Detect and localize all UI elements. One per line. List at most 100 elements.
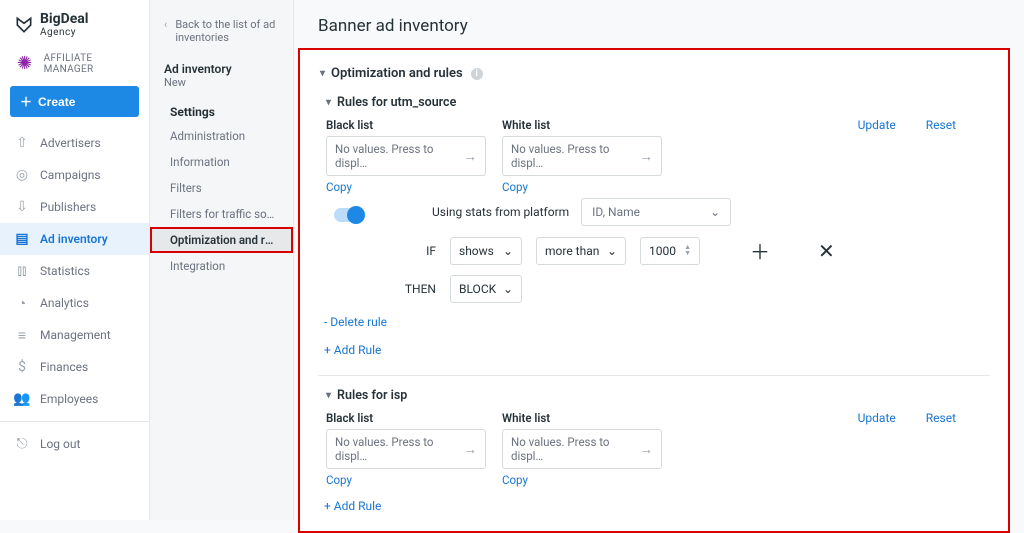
create-button[interactable]: ＋ Create <box>10 86 139 117</box>
black-list-copy-link[interactable]: Copy <box>326 473 486 487</box>
subnav-item-information[interactable]: Information <box>150 149 293 175</box>
nav-item-management[interactable]: ≡ Management <box>0 319 149 351</box>
people-icon: 👥 <box>14 391 30 407</box>
subnav-item-administration[interactable]: Administration <box>150 123 293 149</box>
nav-item-statistics[interactable]: ⫾⫾ Statistics <box>0 255 149 287</box>
affiliate-icon: ✺ <box>14 52 36 76</box>
number-stepper[interactable]: ▲▼ <box>684 245 691 256</box>
brand-name: BigDeal <box>40 12 89 27</box>
threshold-value: 1000 <box>649 244 676 258</box>
remove-condition-button[interactable]: ✕ <box>812 236 841 265</box>
rules-title: Rules for utm_source <box>337 95 456 110</box>
white-list-copy-link[interactable]: Copy <box>502 473 662 487</box>
caret-down-icon: ▾ <box>326 97 331 108</box>
rules-utm-source: ▾ Rules for utm_source Black list No val… <box>318 93 990 361</box>
nav-label: Management <box>40 328 111 342</box>
chevron-down-icon: ⌄ <box>710 205 720 219</box>
caret-down-icon: ▾ <box>326 390 331 401</box>
rules-header[interactable]: ▾ Rules for isp <box>318 386 990 407</box>
nav-item-publishers[interactable]: ⇩ Publishers <box>0 191 149 223</box>
sliders-icon: ≡ <box>14 327 30 343</box>
nav-label: Employees <box>40 392 98 406</box>
black-list-col: Black list No values. Press to displ… → … <box>326 118 486 194</box>
chevron-down-icon: ⌄ <box>503 282 513 296</box>
brand-logo-icon <box>14 15 34 35</box>
main-content: Banner ad inventory ▾ Optimization and r… <box>294 0 1024 520</box>
black-list-input[interactable]: No values. Press to displ… → <box>326 429 486 469</box>
download-icon: ⇩ <box>14 199 30 215</box>
chevron-down-icon: ⌄ <box>503 244 513 258</box>
page-title: Banner ad inventory <box>294 0 1024 48</box>
plus-icon: ＋ <box>20 93 32 110</box>
nav-item-logout[interactable]: ⎋ Log out <box>0 428 149 460</box>
delete-rule-link[interactable]: - Delete rule <box>324 315 990 329</box>
white-list-col: White list No values. Press to displ… → … <box>502 118 662 194</box>
primary-nav: BigDeal Agency ✺ AFFILIATE MANAGER ＋ Cre… <box>0 0 150 520</box>
update-link[interactable]: Update <box>858 118 896 132</box>
arrow-right-icon: → <box>639 441 653 458</box>
add-rule-link[interactable]: + Add Rule <box>324 499 990 513</box>
subnav-item-optimization[interactable]: Optimization and rules <box>150 227 293 253</box>
primary-nav-list: ⇧ Advertisers ◎ Campaigns ⇩ Publishers ▤… <box>0 127 149 468</box>
back-link[interactable]: ‹ Back to the list of ad inventories <box>150 12 293 56</box>
white-list-copy-link[interactable]: Copy <box>502 180 662 194</box>
update-link[interactable]: Update <box>858 411 896 425</box>
operator-value: more than <box>545 244 599 258</box>
action-select[interactable]: BLOCK ⌄ <box>450 275 522 303</box>
subnav-item-filters[interactable]: Filters <box>150 175 293 201</box>
platform-placeholder: ID, Name <box>592 205 640 219</box>
bars-icon: ⫾⫾ <box>14 263 30 279</box>
white-list-label: White list <box>502 118 662 132</box>
black-list-input[interactable]: No values. Press to displ… → <box>326 136 486 176</box>
info-icon[interactable]: i <box>471 68 483 80</box>
if-label: IF <box>326 244 436 258</box>
operator-select[interactable]: more than ⌄ <box>536 237 626 265</box>
note-icon: ▤ <box>14 231 30 247</box>
subnav-section-title: Settings <box>150 99 293 123</box>
subnav-item-filters-traffic[interactable]: Filters for traffic sour… <box>150 201 293 227</box>
brand-sub: Agency <box>40 27 89 38</box>
nav-item-ad-inventory[interactable]: ▤ Ad inventory <box>0 223 149 255</box>
black-list-copy-link[interactable]: Copy <box>326 180 486 194</box>
black-list-col: Black list No values. Press to displ… → … <box>326 411 486 487</box>
subnav-subtitle: New <box>150 76 293 99</box>
platform-select[interactable]: ID, Name ⌄ <box>581 198 731 226</box>
stats-toggle[interactable] <box>334 208 364 222</box>
white-list-input[interactable]: No values. Press to displ… → <box>502 429 662 469</box>
role-row: ✺ AFFILIATE MANAGER <box>0 48 149 86</box>
input-placeholder: No values. Press to displ… <box>511 435 639 463</box>
white-list-input[interactable]: No values. Press to displ… → <box>502 136 662 176</box>
nav-label: Campaigns <box>40 168 101 182</box>
then-row: THEN BLOCK ⌄ <box>318 265 990 303</box>
nav-label: Analytics <box>40 296 89 310</box>
role-label: AFFILIATE MANAGER <box>44 53 135 75</box>
secondary-nav: ‹ Back to the list of ad inventories Ad … <box>150 0 294 520</box>
nav-item-campaigns[interactable]: ◎ Campaigns <box>0 159 149 191</box>
nav-item-finances[interactable]: $ Finances <box>0 351 149 383</box>
rules-header[interactable]: ▾ Rules for utm_source <box>318 93 990 114</box>
rules-title: Rules for isp <box>337 388 407 403</box>
add-condition-button[interactable]: ＋ <box>744 236 776 265</box>
black-list-label: Black list <box>326 118 486 132</box>
subnav-item-integration[interactable]: Integration <box>150 253 293 279</box>
input-placeholder: No values. Press to displ… <box>335 435 463 463</box>
reset-link[interactable]: Reset <box>926 411 956 425</box>
threshold-input[interactable]: 1000 ▲▼ <box>640 237 700 265</box>
create-label: Create <box>38 95 75 109</box>
chevron-left-icon: ‹ <box>164 18 167 31</box>
stats-label: Using stats from platform <box>432 205 569 219</box>
arrow-right-icon: → <box>463 148 477 165</box>
caret-down-icon: ▾ <box>320 68 325 79</box>
if-row: IF shows ⌄ more than ⌄ 1000 ▲▼ <box>318 226 990 265</box>
metric-select[interactable]: shows ⌄ <box>450 237 522 265</box>
upload-icon: ⇧ <box>14 135 30 151</box>
add-rule-link[interactable]: + Add Rule <box>324 343 990 357</box>
nav-item-advertisers[interactable]: ⇧ Advertisers <box>0 127 149 159</box>
action-value: BLOCK <box>459 282 496 296</box>
reset-link[interactable]: Reset <box>926 118 956 132</box>
nav-label: Publishers <box>40 200 96 214</box>
rules-isp: ▾ Rules for isp Black list No values. Pr… <box>318 375 990 517</box>
section-header[interactable]: ▾ Optimization and rules i <box>318 64 990 93</box>
nav-item-analytics[interactable]: ◔ Analytics <box>0 287 149 319</box>
nav-item-employees[interactable]: 👥 Employees <box>0 383 149 415</box>
